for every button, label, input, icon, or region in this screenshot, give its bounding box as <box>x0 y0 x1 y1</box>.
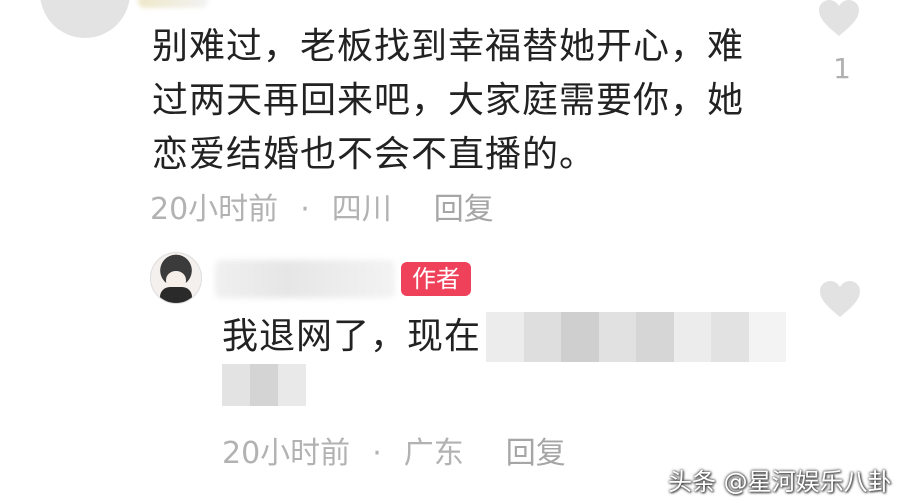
reply-location: 广东 <box>403 436 464 471</box>
censored-text-mosaic-line2 <box>222 364 306 406</box>
meta-separator: · <box>300 192 310 227</box>
watermark: 头条 @星河娱乐八卦 <box>668 468 892 496</box>
like-heart-icon[interactable] <box>817 0 861 38</box>
author-badge: 作者 <box>401 262 471 296</box>
comment-text: 别难过，老板找到幸福替她开心，难 过两天再回来吧，大家庭需要你，她 恋爱结婚也不… <box>152 26 745 175</box>
like-count: 1 <box>833 52 851 85</box>
reply-text: 我退网了，现在 <box>222 316 482 357</box>
commenter-name-fragment <box>138 0 208 8</box>
comment-location: 四川 <box>331 192 392 227</box>
censored-text-mosaic <box>486 312 786 362</box>
reply-time: 20小时前 <box>222 436 351 471</box>
heart-outline-icon <box>819 0 859 36</box>
reply-reply-button[interactable]: 回复 <box>506 428 566 472</box>
meta-separator: · <box>372 436 382 471</box>
comment-time: 20小时前 <box>150 192 279 227</box>
reply-button[interactable]: 回复 <box>434 184 494 228</box>
reply-meta: 20小时前 · 广东 回复 <box>222 428 566 472</box>
commenter-avatar[interactable] <box>40 0 130 38</box>
comment-meta: 20小时前 · 四川 回复 <box>150 184 494 228</box>
author-avatar[interactable] <box>150 252 202 304</box>
author-name-blurred[interactable] <box>215 260 395 298</box>
heart-outline-icon <box>820 281 860 317</box>
reply-like-heart-icon[interactable] <box>818 279 862 319</box>
